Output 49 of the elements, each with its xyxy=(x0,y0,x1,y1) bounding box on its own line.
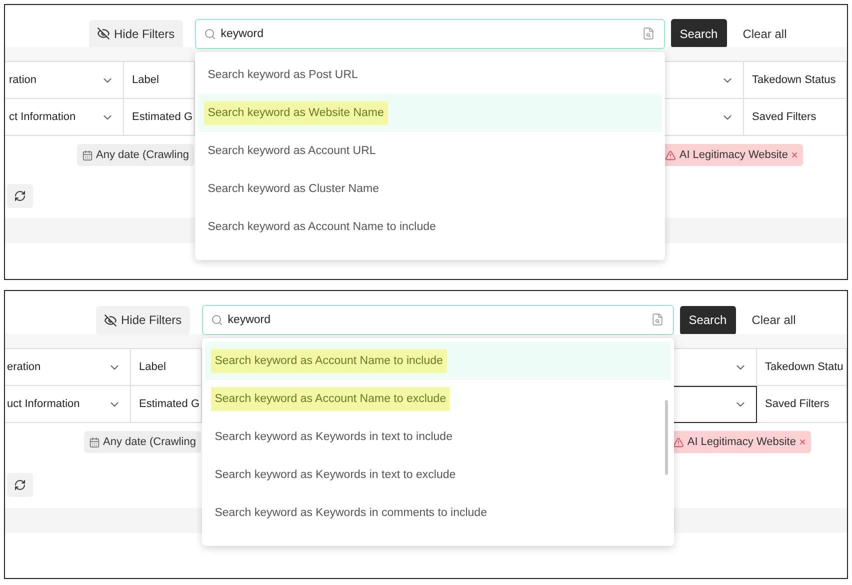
filter-dropdown[interactable]: Takedown Status xyxy=(744,62,847,99)
tag-label: AI Legitimacy Website xyxy=(679,149,788,161)
filter-dropdown[interactable]: Estimated G xyxy=(124,99,195,136)
eye-off-icon xyxy=(104,314,117,326)
refresh-button[interactable] xyxy=(7,472,33,496)
suggestion-item[interactable]: Search keyword as Cluster Name xyxy=(198,170,662,208)
hide-filters-button[interactable]: Hide Filters xyxy=(96,306,190,334)
calendar-icon xyxy=(89,436,100,448)
search-field[interactable]: keyword xyxy=(202,305,674,335)
filter-dropdown[interactable]: Saved Filters xyxy=(757,386,847,423)
filter-dropdown[interactable]: Label xyxy=(131,349,202,386)
clear-all-link[interactable]: Clear all xyxy=(742,26,787,40)
filter-dropdown[interactable]: Estimated G xyxy=(131,386,202,423)
warning-icon xyxy=(665,150,676,160)
suggestion-item[interactable]: Search keyword as Account Name to include xyxy=(204,342,671,380)
refresh-icon xyxy=(14,190,26,202)
hide-filters-button[interactable]: Hide Filters xyxy=(89,20,183,48)
suggestion-item[interactable]: Search keyword as Post URL xyxy=(198,56,662,94)
tag-label: Any date (Crawling xyxy=(103,436,196,448)
suggestion-item[interactable]: Search keyword as Account Name to exclude xyxy=(204,380,671,418)
refresh-button[interactable] xyxy=(7,184,33,208)
suggestion-item[interactable]: Search keyword as Keywords in text to include xyxy=(204,418,671,456)
calendar-icon xyxy=(82,150,93,160)
tag-label: Any date (Crawling xyxy=(96,149,189,161)
search-field[interactable]: keyword xyxy=(194,18,665,48)
suggestion-item[interactable]: Search keyword as Keywords in text to exclude xyxy=(204,456,671,494)
filter-dropdown[interactable]: Takedown Statu xyxy=(757,349,847,386)
filter-dropdown[interactable]: Saved Filters xyxy=(744,99,847,136)
filter-dropdown[interactable]: Label xyxy=(124,62,195,99)
tag-label: AI Legitimacy Website xyxy=(687,436,796,448)
eye-off-icon xyxy=(97,27,110,40)
search-icon xyxy=(204,28,216,40)
file-search-icon[interactable] xyxy=(650,313,664,326)
filter-dropdown[interactable]: ct Information xyxy=(5,99,124,136)
search-button[interactable]: Search xyxy=(670,19,727,48)
suggestion-item[interactable]: Search keyword as Account Name to include xyxy=(198,208,662,246)
search-icon xyxy=(210,314,223,326)
warning-icon xyxy=(673,436,684,448)
filter-dropdown[interactable]: ration xyxy=(5,62,124,99)
filter-dropdown[interactable]: eration xyxy=(5,349,131,386)
suggestion-item[interactable]: Search keyword as Website Name xyxy=(198,94,662,132)
file-search-icon[interactable] xyxy=(642,26,655,40)
clear-all-link[interactable]: Clear all xyxy=(752,313,796,327)
suggestion-item[interactable]: Search keyword as Account URL xyxy=(198,132,662,170)
search-button[interactable]: Search xyxy=(680,306,736,334)
scrollbar[interactable] xyxy=(664,400,668,475)
filter-dropdown[interactable]: uct Information xyxy=(5,386,131,423)
refresh-icon xyxy=(14,478,26,490)
suggestion-item[interactable]: Search keyword as Keywords in comments to include xyxy=(204,494,671,532)
